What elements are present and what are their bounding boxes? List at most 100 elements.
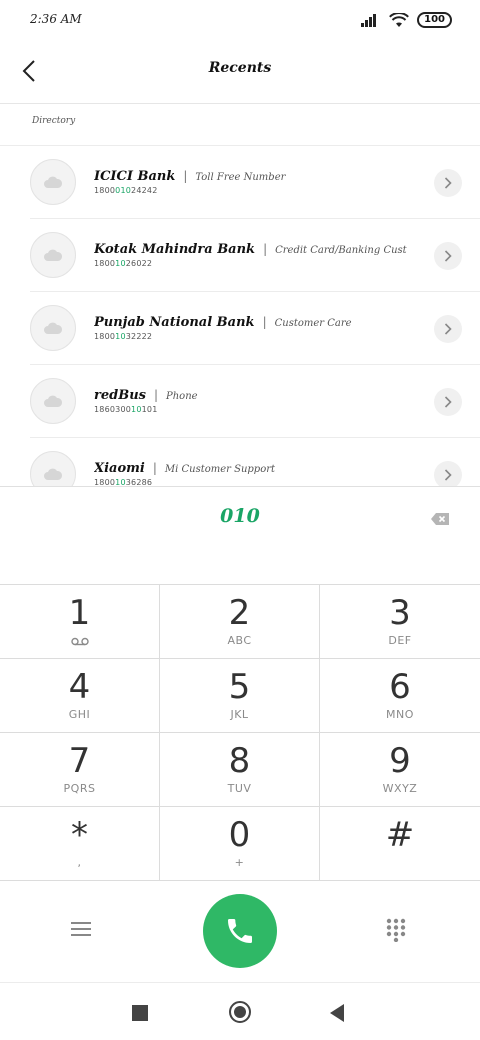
key-digit: # — [385, 815, 415, 855]
cloud-icon — [44, 395, 63, 407]
contact-type: Toll Free Number — [195, 172, 286, 183]
key-digit: * — [71, 815, 88, 855]
contact-row-icici[interactable]: ICICI Bank | Toll Free Number 180001024242 — [30, 146, 480, 219]
avatar — [30, 451, 76, 486]
key-3[interactable]: 3 DEF — [320, 585, 480, 659]
key-digit: 8 — [228, 741, 251, 781]
status-bar: 2:36 AM 100 — [0, 0, 480, 44]
contact-type: Phone — [166, 391, 198, 402]
dial-input-area: 010 — [0, 486, 480, 584]
dialpad-icon — [386, 918, 406, 943]
backspace-icon — [431, 513, 449, 525]
separator: | — [183, 169, 188, 183]
recent-apps-button[interactable] — [132, 1005, 148, 1021]
contact-name: Kotak Mahindra Bank — [94, 242, 256, 257]
separator: | — [263, 242, 268, 256]
contact-name: redBus — [94, 388, 146, 403]
key-2[interactable]: 2 ABC — [160, 585, 320, 659]
contact-number: 180001024242 — [94, 186, 158, 195]
key-digit: 0 — [228, 815, 251, 855]
key-letters: GHI — [68, 708, 91, 721]
menu-button[interactable] — [66, 916, 96, 942]
contact-row-redbus[interactable]: redBus | Phone 186030010101 — [30, 365, 480, 438]
avatar — [30, 305, 76, 351]
key-letters: ABC — [227, 634, 252, 647]
key-digit: 6 — [389, 667, 411, 707]
contact-name: ICICI Bank — [94, 169, 176, 184]
key-digit: 1 — [68, 593, 91, 633]
keypad: 1 2 ABC 3 DEF 4 GHI 5 JKL 6 MNO 7 PQRS 8… — [0, 584, 480, 881]
contact-number: 18001026022 — [94, 259, 153, 268]
cloud-icon — [44, 176, 63, 188]
contact-number: 18001036286 — [94, 478, 153, 486]
dialed-number[interactable]: 010 — [0, 505, 480, 527]
contact-number: 186030010101 — [94, 405, 158, 414]
key-digit: 5 — [228, 667, 251, 707]
contact-type: Credit Card/Banking Cust — [275, 245, 407, 256]
voicemail-icon — [70, 637, 89, 645]
contact-details-button[interactable] — [434, 315, 462, 343]
separator: | — [153, 388, 159, 402]
battery-indicator: 100 — [417, 12, 452, 28]
key-digit: 2 — [228, 593, 251, 633]
status-icons: 100 — [361, 12, 452, 28]
key-letters: MNO — [386, 708, 414, 721]
menu-icon — [71, 922, 91, 936]
action-bar — [0, 880, 480, 980]
cloud-icon — [44, 249, 63, 261]
contact-details-button[interactable] — [434, 242, 462, 270]
key-digit: 4 — [68, 667, 91, 707]
section-label-directory: Directory — [32, 116, 76, 126]
call-button[interactable] — [203, 894, 277, 968]
contact-details-button[interactable] — [434, 461, 462, 486]
key-letters: TUV — [227, 782, 252, 795]
status-time: 2:36 AM — [30, 12, 82, 26]
cloud-icon — [44, 468, 63, 480]
contact-name: Punjab National Bank — [94, 315, 255, 330]
key-hash[interactable]: # — [320, 807, 480, 881]
key-letters: PQRS — [63, 782, 96, 795]
key-star[interactable]: * , — [0, 807, 160, 881]
contact-type: Customer Care — [274, 318, 352, 329]
key-5[interactable]: 5 JKL — [160, 659, 320, 733]
key-letters: JKL — [230, 708, 249, 721]
key-9[interactable]: 9 WXYZ — [320, 733, 480, 807]
key-1[interactable]: 1 — [0, 585, 160, 659]
contact-list[interactable]: ICICI Bank | Toll Free Number 180001024242… — [0, 145, 480, 486]
avatar — [30, 378, 76, 424]
key-letters: , — [77, 856, 82, 869]
contact-name: Xiaomi — [94, 461, 145, 476]
contact-details-button[interactable] — [434, 388, 462, 416]
chevron-right-icon — [444, 177, 452, 189]
key-7[interactable]: 7 PQRS — [0, 733, 160, 807]
avatar — [30, 159, 76, 205]
system-back-button[interactable] — [330, 1004, 344, 1022]
wifi-icon — [389, 12, 410, 27]
dialpad-toggle-button[interactable] — [386, 918, 412, 944]
key-letters: WXYZ — [382, 782, 418, 795]
system-nav-bar — [0, 982, 480, 1040]
signal-icon — [361, 14, 377, 27]
key-0[interactable]: 0 + — [160, 807, 320, 881]
phone-icon — [228, 919, 252, 943]
contact-details-button[interactable] — [434, 169, 462, 197]
home-button[interactable] — [229, 1001, 251, 1023]
key-digit: 7 — [68, 741, 91, 781]
page-title: Recents — [208, 60, 272, 76]
contact-row-kotak[interactable]: Kotak Mahindra Bank | Credit Card/Banking … — [30, 219, 480, 292]
separator: | — [262, 315, 267, 329]
key-digit: 9 — [389, 741, 411, 781]
contact-row-pnb[interactable]: Punjab National Bank | Customer Care 18001… — [30, 292, 480, 365]
key-4[interactable]: 4 GHI — [0, 659, 160, 733]
contact-type: Mi Customer Support — [164, 464, 276, 475]
chevron-right-icon — [444, 323, 452, 335]
cloud-icon — [44, 322, 63, 334]
chevron-right-icon — [444, 469, 452, 481]
key-6[interactable]: 6 MNO — [320, 659, 480, 733]
key-letters: DEF — [388, 634, 412, 647]
backspace-button[interactable] — [430, 511, 452, 527]
key-8[interactable]: 8 TUV — [160, 733, 320, 807]
chevron-right-icon — [444, 396, 452, 408]
contact-row-xiaomi[interactable]: Xiaomi | Mi Customer Support 18001036286 — [30, 438, 480, 486]
chevron-right-icon — [444, 250, 452, 262]
